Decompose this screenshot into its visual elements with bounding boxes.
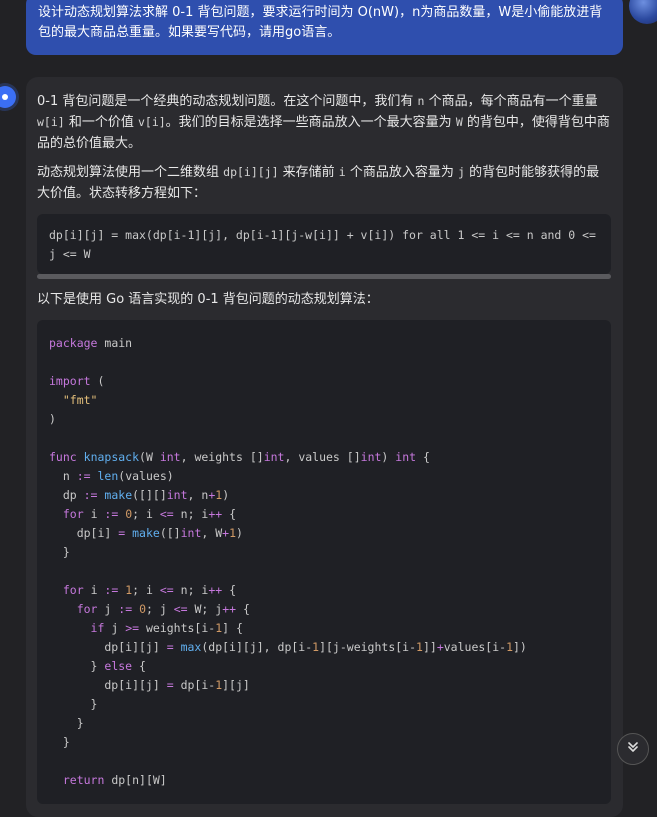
text-span: 和一个价值 (64, 115, 138, 130)
code-line: if j >= weights[i-1] { (90, 621, 243, 635)
text-span: 个商品，每个商品有一个重量 (424, 94, 598, 109)
code-line: dp[i][j] = max(dp[i][j], dp[i-1][j-weigh… (49, 640, 527, 654)
code-line: } (49, 697, 98, 711)
user-avatar[interactable] (629, 0, 657, 24)
code-line: "fmt" (62, 393, 98, 407)
code-line: } (49, 716, 84, 730)
code-line: import ( (49, 374, 105, 388)
user-message-bubble: 设计动态规划算法求解 0-1 背包问题，要求运行时间为 O(nW)，n为商品数量… (26, 0, 623, 55)
go-code-block: package main import ( "fmt") func knapsa… (37, 320, 611, 804)
code-line: dp[i] = make([]int, W+1) (49, 526, 243, 540)
code-line: dp := make([][]int, n+1) (49, 488, 230, 502)
inline-code: j (458, 165, 465, 179)
code-line: } (49, 735, 70, 749)
inline-code: dp[i][j] (223, 165, 279, 179)
horizontal-scrollbar[interactable] (37, 274, 611, 279)
answer-paragraph-3: 以下是使用 Go 语言实现的 0-1 背包问题的动态规划算法： (37, 292, 379, 307)
inline-code: v[i] (137, 115, 166, 129)
code-line: func knapsack(W int, weights []int, valu… (49, 450, 430, 464)
assistant-answer-card: 0-1 背包问题是一个经典的动态规划问题。在这个问题中，我们有 n 个商品，每个… (26, 77, 623, 817)
code-line: } else { (49, 659, 146, 673)
code-line: for j := 0; j <= W; j++ { (76, 602, 250, 616)
code-line: dp[i][j] = dp[i-1][j] (49, 678, 250, 692)
code-line: package main (49, 336, 133, 350)
inline-code: i (338, 165, 346, 179)
double-chevron-down-icon (626, 740, 640, 758)
text-span: 个商品放入容量为 (345, 165, 458, 180)
code-line: } (49, 545, 70, 559)
code-line: for i := 1; i <= n; i++ { (62, 583, 237, 597)
answer-paragraph-1: 0-1 背包问题是一个经典的动态规划问题。在这个问题中，我们有 n 个商品，每个… (37, 91, 611, 154)
text-span: 0-1 背包问题是一个经典的动态规划问题。在这个问题中，我们有 (37, 94, 418, 109)
code-line: return dp[n][W] (62, 773, 167, 787)
user-message-text: 设计动态规划算法求解 0-1 背包问题，要求运行时间为 O(nW)，n为商品数量… (38, 5, 603, 40)
scroll-down-button[interactable] (617, 733, 649, 765)
inline-code: W (455, 115, 463, 129)
text-span: 。我们的目标是选择一些商品放入一个最大容量为 (165, 115, 456, 130)
inline-code: w[i] (37, 115, 65, 129)
answer-paragraph-2: 动态规划算法使用一个二维数组 dp[i][j] 来存储前 i 个商品放入容量为 … (37, 162, 611, 204)
code-line: for i := 0; i <= n; i++ { (62, 507, 237, 521)
code-line: n := len(values) (49, 469, 174, 483)
formula-code-block: dp[i][j] = max(dp[i-1][j], dp[i-1][j-w[i… (37, 214, 611, 274)
formula-text: dp[i][j] = max(dp[i-1][j], dp[i-1][j-w[i… (49, 228, 596, 261)
code-line: ) (49, 412, 56, 426)
text-span: 来存储前 (278, 165, 339, 180)
text-span: 动态规划算法使用一个二维数组 (37, 165, 224, 180)
assistant-dot-icon (0, 86, 16, 108)
